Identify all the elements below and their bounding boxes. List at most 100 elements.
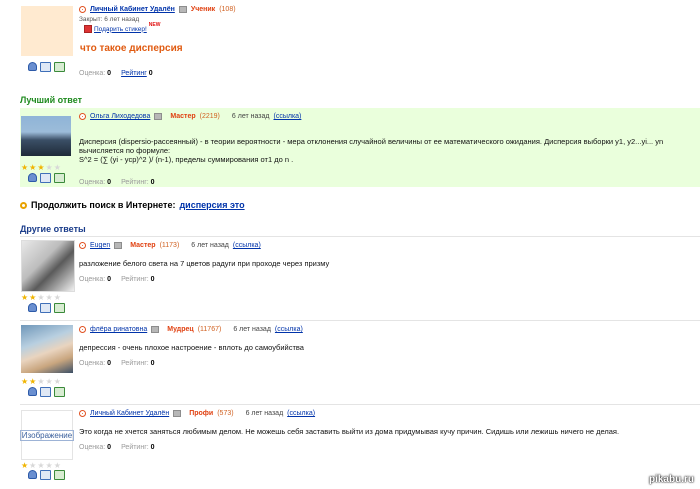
star-icon: ★ bbox=[29, 163, 37, 172]
best-answer-permalink[interactable]: (ссылка) bbox=[274, 113, 302, 120]
star-icon: ★ bbox=[53, 163, 61, 172]
watermark: pikabu.ru bbox=[648, 474, 694, 485]
answer-stars: ★ ★ ★ ★ ★ bbox=[21, 462, 61, 470]
sticker-link[interactable]: Подарить стикер! bbox=[94, 26, 147, 33]
answer-rank: Профи bbox=[189, 410, 214, 417]
profile-icon[interactable] bbox=[28, 62, 37, 71]
best-answer-stars: ★ ★ ★ ★ ★ bbox=[21, 164, 61, 172]
star-icon: ★ bbox=[53, 377, 61, 386]
profile-icon[interactable] bbox=[28, 470, 37, 479]
star-icon: ★ bbox=[37, 377, 45, 386]
answer-time: 6 лет назад bbox=[191, 242, 229, 249]
star-icon: ★ bbox=[45, 163, 53, 172]
mail-icon[interactable] bbox=[54, 470, 65, 480]
star-icon: ★ bbox=[37, 293, 45, 302]
card-icon[interactable] bbox=[40, 303, 51, 313]
best-answer-points: (2219) bbox=[199, 113, 220, 120]
divider bbox=[20, 236, 700, 237]
avatar-alt-text: Изображение bbox=[19, 429, 75, 441]
card-icon[interactable] bbox=[40, 387, 51, 397]
best-answer-user-icons bbox=[28, 173, 65, 183]
star-icon: ★ bbox=[37, 163, 45, 172]
answer-avatar bbox=[21, 240, 75, 292]
question-user-icons bbox=[28, 62, 65, 72]
other-answers-heading: Другие ответы bbox=[20, 224, 86, 234]
best-answer-time: 6 лет назад bbox=[231, 113, 270, 120]
answer-permalink[interactable]: (ссылка) bbox=[275, 326, 303, 333]
best-answer-rank: Мастер bbox=[170, 113, 196, 120]
sticker-link-row: Подарить стикер! NEW bbox=[84, 22, 160, 33]
answer-avatar-placeholder: Изображение bbox=[19, 410, 75, 460]
dropdown-icon[interactable] bbox=[151, 326, 160, 333]
user-icon bbox=[79, 6, 86, 13]
question-title: что такое дисперсия bbox=[80, 43, 183, 54]
star-icon: ★ bbox=[45, 293, 53, 302]
star-icon: ★ bbox=[53, 293, 61, 302]
best-answer-heading: Лучший ответ bbox=[20, 95, 83, 105]
question-avatar bbox=[21, 6, 73, 56]
profile-icon[interactable] bbox=[28, 303, 37, 312]
search-query-link[interactable]: дисперсия это bbox=[179, 200, 244, 210]
card-icon[interactable] bbox=[40, 62, 51, 72]
answer-time: 6 лет назад bbox=[233, 326, 271, 333]
answer-stars: ★ ★ ★ ★ ★ bbox=[21, 294, 61, 302]
mail-icon[interactable] bbox=[54, 387, 65, 397]
answer-meta: Оценка: 0 Рейтинг: 0 bbox=[79, 276, 155, 283]
star-icon: ★ bbox=[21, 461, 29, 470]
best-answer-meta: Оценка: 0 Рейтинг: 0 bbox=[79, 179, 155, 186]
star-icon: ★ bbox=[29, 293, 37, 302]
star-icon: ★ bbox=[21, 163, 29, 172]
search-label: Продолжить поиск в Интернете: bbox=[31, 200, 176, 210]
star-icon: ★ bbox=[29, 377, 37, 386]
answer-text: Это когда не хчется заняться любимым дел… bbox=[79, 427, 620, 436]
answer-author-link[interactable]: флёра ринатовна bbox=[90, 326, 147, 333]
question-rating-link[interactable]: Рейтинг bbox=[121, 70, 147, 77]
star-icon: ★ bbox=[45, 377, 53, 386]
divider bbox=[20, 404, 700, 405]
divider bbox=[20, 320, 700, 321]
answer-user-icons bbox=[28, 303, 65, 313]
question-author-link[interactable]: Личный Кабинет Удалён bbox=[90, 6, 175, 13]
answer-author-link[interactable]: Eugen bbox=[90, 242, 110, 249]
question-meta: Оценка: 0 Рейтинг 0 bbox=[79, 70, 153, 77]
answer-permalink[interactable]: (ссылка) bbox=[287, 410, 315, 417]
dropdown-icon[interactable] bbox=[178, 6, 187, 13]
star-icon: ★ bbox=[21, 377, 29, 386]
mail-icon[interactable] bbox=[54, 303, 65, 313]
best-answer-header: Ольга Лиходедова Мастер (2219) 6 лет наз… bbox=[79, 113, 301, 120]
star-icon: ★ bbox=[29, 461, 37, 470]
dropdown-icon[interactable] bbox=[114, 242, 123, 249]
best-answer-avatar bbox=[21, 116, 71, 156]
star-icon: ★ bbox=[53, 461, 61, 470]
user-icon bbox=[79, 326, 86, 333]
gift-icon bbox=[84, 25, 92, 33]
star-icon: ★ bbox=[45, 461, 53, 470]
dropdown-icon[interactable] bbox=[173, 410, 182, 417]
star-icon: ★ bbox=[21, 293, 29, 302]
question-status: Закрыт: 6 лет назад bbox=[79, 16, 140, 23]
profile-icon[interactable] bbox=[28, 387, 37, 396]
answer-points: (573) bbox=[217, 410, 234, 417]
best-answer-text: Дисперсия (dispersio-рассеянный) - в тео… bbox=[79, 137, 664, 164]
question-header: Личный Кабинет Удалён Ученик (108) bbox=[79, 6, 236, 13]
card-icon[interactable] bbox=[40, 470, 51, 480]
answer-author-link[interactable]: Личный Кабинет Удалён bbox=[90, 410, 169, 417]
answer-text: разложение белого света на 7 цветов раду… bbox=[79, 259, 330, 268]
card-icon[interactable] bbox=[40, 173, 51, 183]
answer-header: Личный Кабинет Удалён Профи (573) 6 лет … bbox=[79, 410, 315, 417]
mail-icon[interactable] bbox=[54, 173, 65, 183]
profile-icon[interactable] bbox=[28, 173, 37, 182]
answer-header: Eugen Мастер (1173) 6 лет назад (ссылка) bbox=[79, 242, 261, 249]
dropdown-icon[interactable] bbox=[154, 113, 163, 120]
answer-stars: ★ ★ ★ ★ ★ bbox=[21, 378, 61, 386]
search-icon bbox=[20, 201, 27, 209]
user-icon bbox=[79, 410, 86, 417]
best-answer-author-link[interactable]: Ольга Лиходедова bbox=[90, 113, 150, 120]
star-icon: ★ bbox=[37, 461, 45, 470]
mail-icon[interactable] bbox=[54, 62, 65, 72]
answer-points: (11767) bbox=[197, 326, 222, 333]
user-icon bbox=[79, 113, 86, 120]
question-author-rank: Ученик bbox=[190, 6, 216, 13]
answer-permalink[interactable]: (ссылка) bbox=[233, 242, 261, 249]
answer-avatar bbox=[21, 325, 73, 373]
